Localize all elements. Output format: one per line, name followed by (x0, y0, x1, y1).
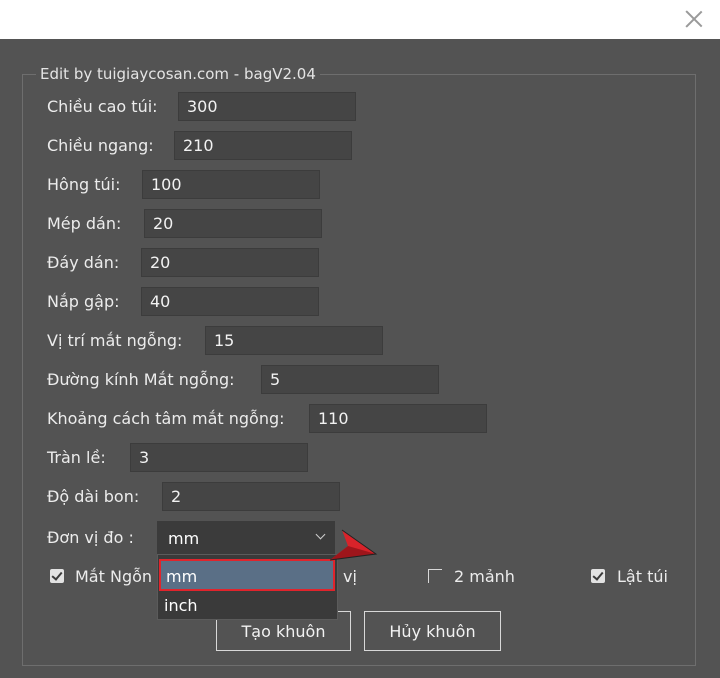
nap-gap-input[interactable]: 40 (141, 287, 319, 316)
label-don-vi-do: Đơn vị đo : (47, 528, 134, 547)
label-duong-kinh-mat-ngong: Đường kính Mắt ngỗng: (47, 370, 235, 389)
chieu-ngang-input[interactable]: 210 (174, 131, 352, 160)
mat-ngong-label: Mắt Ngỗn (75, 567, 153, 586)
day-dan-input[interactable]: 20 (141, 248, 319, 277)
label-mep-dan: Mép dán: (47, 214, 122, 233)
unit-dropdown-list: mm inch (157, 554, 338, 620)
close-icon[interactable] (682, 7, 706, 31)
label-tran-le: Tràn lề: (47, 448, 106, 467)
title-bar (0, 0, 720, 39)
unit-option-inch[interactable]: inch (158, 591, 337, 620)
label-do-dai-bon: Độ dài bon: (47, 487, 140, 506)
lat-tui-label: Lật túi (617, 567, 668, 586)
label-chieu-cao-tui: Chiều cao túi: (47, 97, 158, 116)
label-chieu-ngang: Chiều ngang: (47, 136, 154, 155)
lat-tui-checkbox[interactable] (591, 569, 605, 583)
red-pointer-arrow-icon (329, 529, 378, 561)
khoang-cach-tam-input[interactable]: 110 (309, 404, 487, 433)
mat-ngong-label-tail: vị (343, 567, 357, 586)
chieu-cao-tui-input[interactable]: 300 (178, 92, 356, 121)
duong-kinh-mat-ngong-input[interactable]: 5 (261, 365, 439, 394)
label-day-dan: Đáy dán: (47, 253, 120, 272)
label-nap-gap: Nắp gập: (47, 292, 120, 311)
group-title: Edit by tuigiaycosan.com - bagV2.04 (36, 65, 320, 83)
vi-tri-mat-ngong-input[interactable]: 15 (205, 326, 383, 355)
hai-manh-checkbox[interactable] (428, 569, 442, 583)
mep-dan-input[interactable]: 20 (144, 209, 322, 238)
hai-manh-label: 2 mảnh (454, 567, 515, 586)
unit-option-mm[interactable]: mm (159, 559, 335, 591)
mat-ngong-checkbox[interactable] (50, 569, 64, 583)
do-dai-bon-input[interactable]: 2 (162, 482, 340, 511)
unit-select-value: mm (168, 529, 200, 548)
hong-tui-input[interactable]: 100 (142, 170, 320, 199)
huy-khuon-button[interactable]: Hủy khuôn (364, 611, 501, 651)
tran-le-input[interactable]: 3 (130, 443, 308, 472)
unit-select[interactable]: mm (157, 521, 335, 554)
label-hong-tui: Hông túi: (47, 175, 121, 194)
label-khoang-cach-tam: Khoảng cách tâm mắt ngỗng: (47, 409, 285, 428)
chevron-down-icon (314, 530, 328, 544)
label-vi-tri-mat-ngong: Vị trí mắt ngỗng: (47, 331, 183, 350)
